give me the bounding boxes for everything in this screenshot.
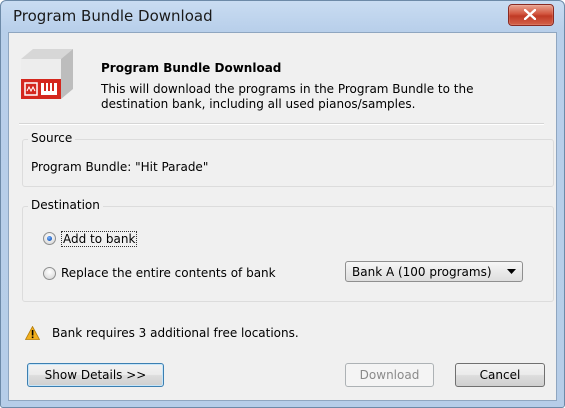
header-separator xyxy=(19,123,544,125)
replace-bank-label[interactable]: Replace the entire contents of bank xyxy=(61,266,276,280)
source-group: Source Program Bundle: "Hit Parade" xyxy=(22,131,554,187)
cancel-button[interactable]: Cancel xyxy=(455,363,545,387)
source-group-label: Source xyxy=(28,131,76,145)
header-description: This will download the programs in the P… xyxy=(101,82,474,111)
download-button[interactable]: Download xyxy=(345,363,434,387)
close-button[interactable] xyxy=(508,4,554,26)
dialog-window: Program Bundle Download Program Bundle D… xyxy=(0,0,565,408)
dialog-content: Program Bundle Download This will downlo… xyxy=(8,32,557,401)
add-to-bank-radio[interactable] xyxy=(43,232,56,245)
warning-icon xyxy=(25,326,40,340)
chevron-down-icon xyxy=(507,269,516,274)
bank-select-value: Bank A (100 programs) xyxy=(352,265,492,279)
warning-text: Bank requires 3 additional free location… xyxy=(52,326,299,340)
destination-group: Destination Add to bank Replace the enti… xyxy=(22,198,554,302)
bank-select[interactable]: Bank A (100 programs) xyxy=(345,261,523,282)
replace-bank-radio[interactable] xyxy=(43,267,56,280)
close-icon xyxy=(524,9,536,20)
header-title: Program Bundle Download xyxy=(101,61,282,75)
title-bar[interactable]: Program Bundle Download xyxy=(1,1,564,33)
window-title: Program Bundle Download xyxy=(13,7,213,25)
source-program-bundle: Program Bundle: "Hit Parade" xyxy=(31,160,209,174)
program-bundle-icon xyxy=(21,49,73,99)
show-details-button[interactable]: Show Details >> xyxy=(27,363,164,387)
add-to-bank-label[interactable]: Add to bank xyxy=(61,231,138,247)
destination-group-label: Destination xyxy=(28,198,103,212)
